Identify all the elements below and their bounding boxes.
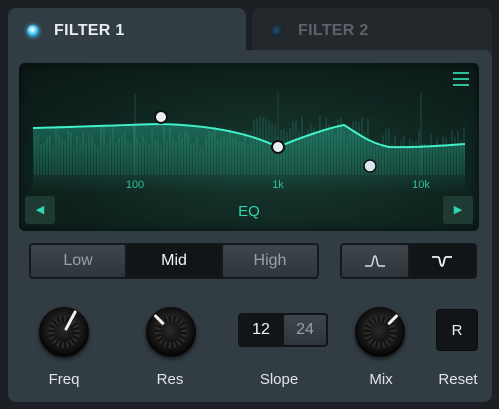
shape-selector xyxy=(340,243,477,279)
tab-filter-1[interactable]: FILTER 1 xyxy=(8,8,246,54)
slope-label: Slope xyxy=(259,371,299,388)
slope-24-button[interactable]: 24 xyxy=(284,315,326,345)
tab-filter-2-label: FILTER 2 xyxy=(298,22,369,39)
mix-knob-pointer xyxy=(387,313,399,326)
freq-label-100: 100 xyxy=(125,179,145,191)
eq-node-low[interactable] xyxy=(154,110,168,124)
eq-display[interactable]: 100 1k 10k ◀ EQ ▶ xyxy=(19,63,479,231)
eq-next-button[interactable]: ▶ xyxy=(443,196,473,224)
freq-label-1k: 1k xyxy=(272,179,284,191)
res-knob-pointer xyxy=(153,313,165,326)
notch-shape-icon xyxy=(432,256,453,267)
eq-node-high[interactable] xyxy=(363,159,377,173)
freq-label-10k: 10k xyxy=(412,179,430,191)
eq-mode-label: EQ xyxy=(238,203,260,220)
band-low-button[interactable]: Low xyxy=(31,245,125,277)
notch-shape-button[interactable] xyxy=(409,245,475,277)
tab-filter-2[interactable]: FILTER 2 xyxy=(252,8,492,54)
hamburger-menu-icon[interactable] xyxy=(453,72,469,88)
tab-filter-1-label: FILTER 1 xyxy=(54,22,125,39)
slope-12-button[interactable]: 12 xyxy=(240,315,282,345)
freq-knob-pointer xyxy=(64,310,78,331)
triangle-right-icon: ▶ xyxy=(453,204,463,216)
peak-shape-button[interactable] xyxy=(342,245,408,277)
freq-label: Freq xyxy=(48,371,80,388)
eq-response-curve-fill xyxy=(33,124,465,193)
freq-knob[interactable] xyxy=(39,307,89,357)
reset-button[interactable]: R xyxy=(437,310,477,350)
band-mid-button[interactable]: Mid xyxy=(127,245,221,277)
res-label: Res xyxy=(156,371,184,388)
mix-knob[interactable] xyxy=(355,307,405,357)
res-knob[interactable] xyxy=(146,307,196,357)
slope-selector: 12 24 xyxy=(238,313,328,347)
mix-label: Mix xyxy=(369,371,393,388)
filter-1-led-icon xyxy=(27,25,39,37)
band-selector: Low Mid High xyxy=(29,243,319,279)
reset-label: Reset xyxy=(438,371,478,388)
eq-node-mid[interactable] xyxy=(271,140,285,154)
band-high-button[interactable]: High xyxy=(223,245,317,277)
peak-shape-icon xyxy=(364,255,385,267)
filter-2-led-icon xyxy=(271,25,283,37)
